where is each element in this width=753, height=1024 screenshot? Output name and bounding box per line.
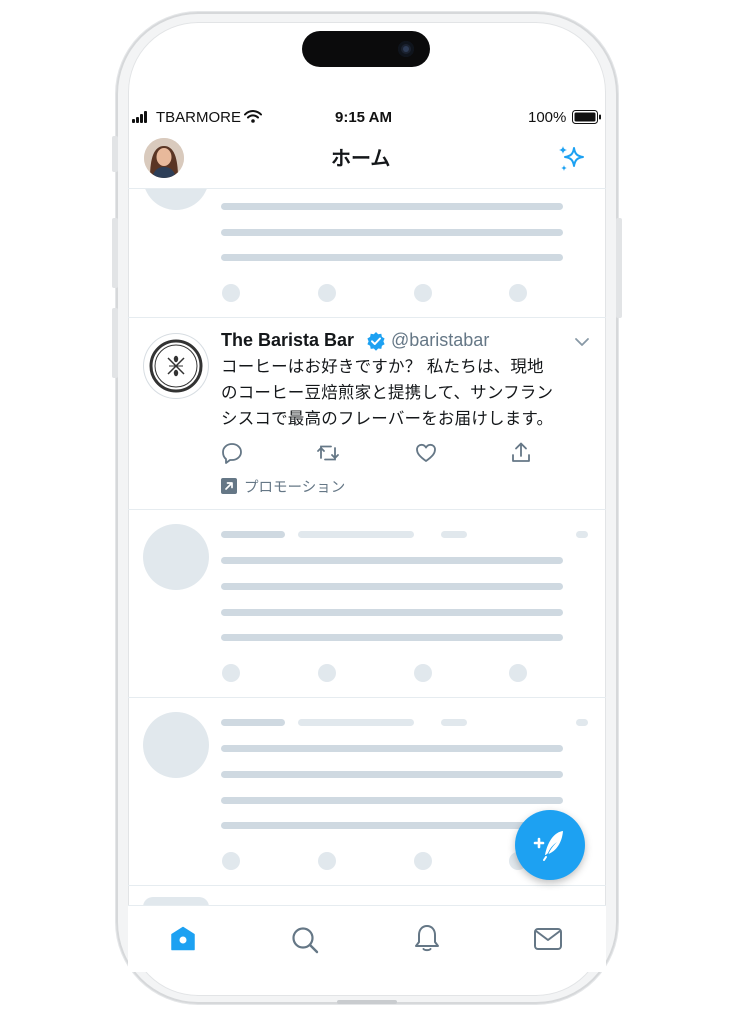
power-button	[616, 218, 622, 318]
battery-percent: 100%	[528, 109, 567, 126]
retweet-icon[interactable]	[316, 443, 340, 463]
placeholder-avatar	[143, 189, 209, 210]
tweet-divider	[128, 885, 606, 886]
placeholder-handle	[298, 531, 414, 538]
placeholder-action	[222, 852, 240, 870]
placeholder-action	[414, 664, 432, 682]
promoted-label: プロモーション	[244, 480, 346, 496]
share-icon[interactable]	[510, 441, 532, 464]
home-icon[interactable]	[169, 925, 197, 953]
verified-badge-icon	[367, 332, 385, 351]
placeholder-time	[441, 719, 467, 726]
placeholder-time	[441, 531, 467, 538]
placeholder-line	[221, 557, 563, 564]
placeholder-name	[221, 531, 285, 538]
placeholder-action	[509, 664, 527, 682]
placeholder-action	[414, 284, 432, 302]
placeholder-menu	[576, 531, 588, 538]
profile-avatar[interactable]	[144, 138, 184, 178]
placeholder-line	[221, 797, 563, 804]
volume-up-button	[112, 218, 118, 288]
tweet-text: コーヒーはお好きですか？ 私たちは、現地 のコーヒー豆焙煎家と提携して、サンフラ…	[221, 354, 601, 432]
placeholder-action	[222, 284, 240, 302]
mute-switch	[112, 136, 118, 172]
placeholder-line	[221, 634, 563, 641]
tweet-author-name[interactable]: The Barista Bar	[221, 330, 354, 351]
tweet-text-line: のコーヒー豆焙煎家と提携して、サンフラン	[221, 383, 554, 402]
placeholder-line	[221, 771, 563, 778]
placeholder-line	[221, 254, 563, 261]
promoted-icon	[221, 478, 237, 494]
placeholder-line	[221, 229, 563, 236]
tweet-author-handle[interactable]: @baristabar	[391, 330, 489, 351]
placeholder-line	[221, 203, 563, 210]
like-icon[interactable]	[415, 443, 437, 463]
carrier-name: TBARMORE	[156, 109, 242, 126]
placeholder-action	[222, 664, 240, 682]
profile-photo-icon	[144, 138, 184, 178]
bottom-edge-indicator	[337, 1000, 397, 1004]
reply-icon[interactable]	[221, 442, 243, 464]
tweet-text-line: コーヒーはお好きですか？ 私たちは、現地	[221, 357, 544, 376]
sparkle-icon[interactable]	[556, 143, 588, 175]
page-title: ホーム	[331, 146, 391, 170]
placeholder-name	[221, 719, 285, 726]
placeholder-action	[414, 852, 432, 870]
placeholder-action	[318, 284, 336, 302]
placeholder-avatar	[143, 524, 209, 590]
placeholder-line	[221, 583, 563, 590]
placeholder-action	[509, 284, 527, 302]
chevron-down-icon[interactable]	[574, 336, 590, 348]
front-camera-icon	[398, 41, 414, 57]
wifi-icon	[244, 110, 262, 123]
placeholder-line	[221, 609, 563, 616]
placeholder-menu	[576, 719, 588, 726]
notifications-icon[interactable]	[412, 923, 442, 953]
placeholder-action	[318, 664, 336, 682]
volume-down-button	[112, 308, 118, 378]
tweet-text-line: シスコで最高のフレーバーをお届けします。	[221, 409, 554, 428]
messages-icon[interactable]	[533, 926, 563, 952]
search-icon[interactable]	[290, 925, 320, 955]
placeholder-avatar	[143, 712, 209, 778]
status-time: 9:15 AM	[335, 109, 392, 126]
battery-icon	[572, 110, 601, 124]
placeholder-line	[221, 822, 563, 829]
placeholder-action	[318, 852, 336, 870]
tweet-author-avatar[interactable]	[143, 333, 209, 399]
dynamic-island	[302, 31, 430, 67]
placeholder-tweet	[128, 510, 606, 697]
compose-feather-icon	[533, 831, 563, 861]
barista-bar-logo-icon	[149, 339, 203, 393]
placeholder-tweet	[128, 189, 606, 317]
placeholder-line	[221, 745, 563, 752]
signal-icon	[132, 111, 152, 123]
placeholder-handle	[298, 719, 414, 726]
compose-tweet-button[interactable]	[515, 810, 585, 880]
